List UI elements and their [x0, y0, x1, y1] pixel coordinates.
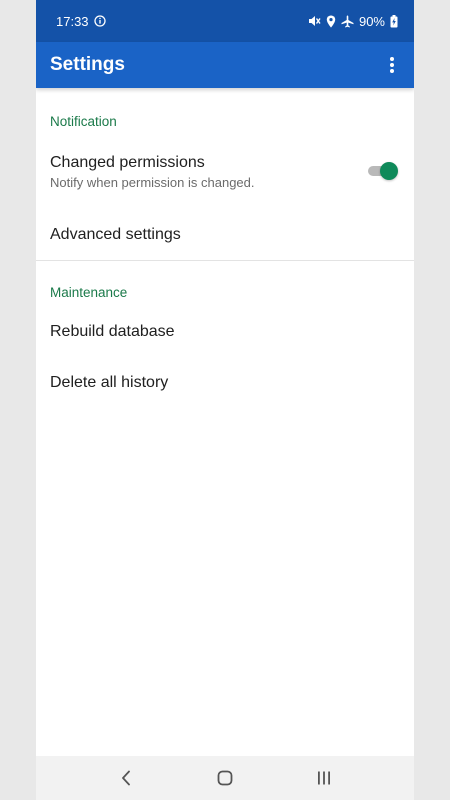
back-icon: [121, 770, 130, 786]
system-nav-bar: [36, 756, 414, 800]
back-button[interactable]: [106, 758, 146, 798]
pref-changed-permissions-title: Changed permissions: [50, 154, 205, 171]
home-button[interactable]: [205, 758, 245, 798]
status-bar-right: 90%: [308, 14, 398, 29]
home-icon: [217, 770, 233, 786]
airplane-icon: [341, 15, 354, 28]
pref-delete-all-history[interactable]: Delete all history: [36, 362, 414, 413]
pref-rebuild-database[interactable]: Rebuild database: [36, 311, 414, 362]
mute-icon: [308, 15, 321, 27]
app-bar: Settings: [36, 42, 414, 88]
location-icon: [326, 15, 336, 28]
more-options-button[interactable]: [380, 49, 404, 81]
status-bar-left: 17:33: [56, 14, 106, 29]
pref-changed-permissions[interactable]: Changed permissions Notify when permissi…: [36, 140, 414, 202]
pref-advanced-settings[interactable]: Advanced settings: [36, 202, 414, 260]
recents-button[interactable]: [304, 758, 344, 798]
phone-screen: 17:33 90% Settings Notification Changed …: [36, 0, 414, 800]
more-vert-icon: [390, 57, 394, 73]
status-time: 17:33: [56, 13, 89, 29]
section-header-maintenance: Maintenance: [50, 285, 128, 300]
info-icon: [93, 15, 106, 27]
changed-permissions-toggle[interactable]: [368, 161, 398, 181]
pref-rebuild-database-title: Rebuild database: [50, 323, 175, 340]
pref-changed-permissions-summary: Notify when permission is changed.: [50, 175, 255, 190]
recents-icon: [318, 771, 331, 785]
battery-percent: 90%: [358, 13, 385, 29]
pref-advanced-settings-title: Advanced settings: [50, 226, 181, 243]
section-header-notification: Notification: [50, 114, 117, 129]
toggle-thumb: [380, 162, 398, 180]
battery-charging-icon: [390, 14, 398, 28]
status-bar: 17:33 90%: [36, 0, 414, 42]
pref-delete-all-history-title: Delete all history: [50, 374, 169, 391]
settings-list: Notification Changed permissions Notify …: [36, 88, 414, 413]
page-title: Settings: [50, 54, 125, 75]
